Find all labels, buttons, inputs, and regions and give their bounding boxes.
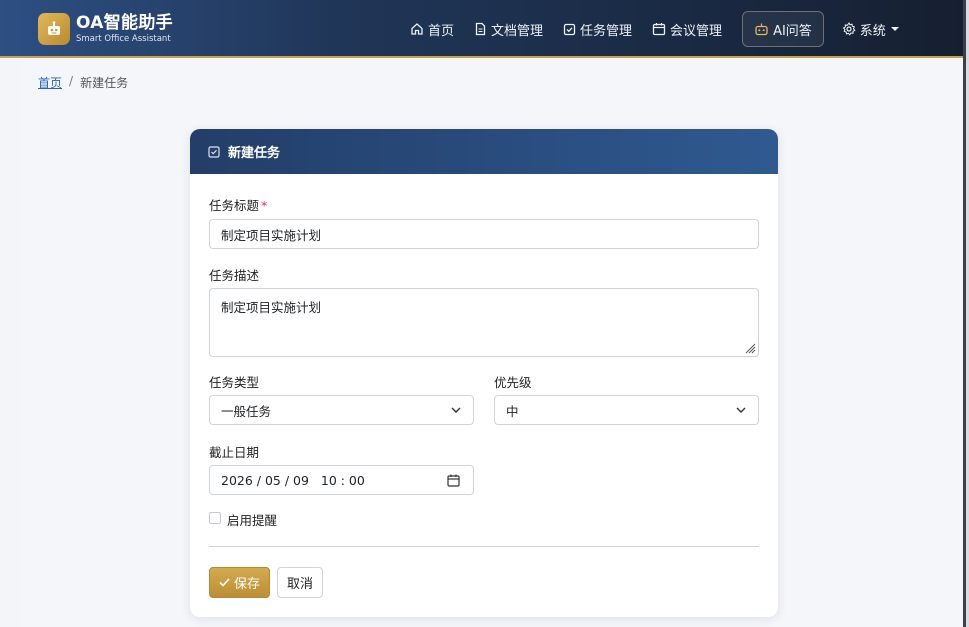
robot-icon (755, 23, 768, 36)
robot-logo-icon (38, 13, 70, 45)
save-button-label: 保存 (233, 577, 260, 592)
chevron-down-icon (736, 407, 746, 413)
deadline-input[interactable]: 2026 / 05 / 09 10 : 00 (209, 465, 474, 495)
checkbox-icon (563, 23, 576, 35)
breadcrumb: 首页 / 新建任务 (38, 74, 128, 91)
required-mark: * (261, 198, 268, 213)
task-title-input[interactable]: 制定项目实施计划 (209, 219, 759, 249)
form-divider (209, 546, 759, 547)
task-type-select[interactable]: 一般任务 (209, 395, 474, 425)
nav-item-label: 文档管理 (491, 23, 544, 39)
card-title: 新建任务 (228, 146, 281, 161)
nav-item-documents[interactable]: 文档管理 (464, 11, 553, 47)
nav-item-label: 会议管理 (670, 23, 723, 39)
breadcrumb-home-link[interactable]: 首页 (38, 74, 62, 91)
task-desc-label: 任务描述 (209, 268, 260, 283)
task-title-value: 制定项目实施计划 (221, 227, 322, 243)
task-title-label: 任务标题 * (209, 195, 267, 214)
chevron-down-icon (890, 27, 899, 31)
task-desc-value: 制定项目实施计划 (221, 300, 322, 315)
nav-item-home[interactable]: 首页 (400, 11, 464, 47)
calendar-icon (652, 23, 666, 36)
priority-select[interactable]: 中 (494, 395, 759, 425)
task-title-label-text: 任务标题 (209, 198, 260, 213)
task-type-label: 任务类型 (209, 375, 260, 390)
main-nav: 首页 文档管理 任务管理 会议管理 AI问答 系统 (400, 11, 909, 47)
calendar-icon[interactable] (447, 474, 460, 487)
reminder-label: 启用提醒 (227, 513, 278, 528)
priority-value: 中 (506, 403, 519, 419)
nav-item-tasks[interactable]: 任务管理 (553, 11, 642, 47)
home-icon (411, 23, 423, 35)
nav-item-label: 任务管理 (580, 23, 633, 39)
nav-item-ai-qa[interactable]: AI问答 (742, 11, 824, 47)
chevron-down-icon (451, 407, 461, 413)
deadline-label: 截止日期 (209, 445, 260, 460)
document-icon (475, 22, 486, 36)
priority-label: 优先级 (494, 375, 532, 390)
nav-item-meetings[interactable]: 会议管理 (642, 11, 732, 47)
gear-icon (842, 22, 856, 36)
reminder-checkbox[interactable] (209, 512, 221, 524)
save-button[interactable]: 保存 (209, 567, 270, 598)
brand[interactable]: OA智能助手 Smart Office Assistant (38, 13, 173, 45)
cancel-button-label: 取消 (286, 577, 313, 592)
nav-item-system[interactable]: 系统 (832, 11, 909, 47)
check-icon (219, 578, 230, 587)
breadcrumb-separator: / (69, 74, 74, 88)
checkbox-icon (208, 145, 220, 158)
brand-title: OA智能助手 (76, 12, 173, 33)
nav-item-label: 系统 (859, 23, 886, 39)
card-header: 新建任务 (190, 129, 778, 174)
task-desc-textarea[interactable]: 制定项目实施计划 (209, 288, 759, 357)
nav-item-label: 首页 (428, 23, 455, 39)
top-navbar: OA智能助手 Smart Office Assistant 首页 文档管理 任务… (0, 0, 963, 58)
new-task-card: 新建任务 任务标题 * 制定项目实施计划 任务描述 制定项目实施计划 任务类型 一… (190, 129, 778, 617)
nav-item-label: AI问答 (773, 23, 812, 39)
deadline-value: 2026 / 05 / 09 10 : 00 (221, 472, 365, 488)
cancel-button[interactable]: 取消 (277, 567, 323, 598)
resize-handle-icon[interactable] (744, 342, 756, 354)
browser-window: OA智能助手 Smart Office Assistant 首页 文档管理 任务… (0, 0, 966, 627)
brand-subtitle: Smart Office Assistant (76, 33, 171, 44)
task-type-value: 一般任务 (221, 403, 272, 419)
breadcrumb-current: 新建任务 (80, 76, 129, 90)
